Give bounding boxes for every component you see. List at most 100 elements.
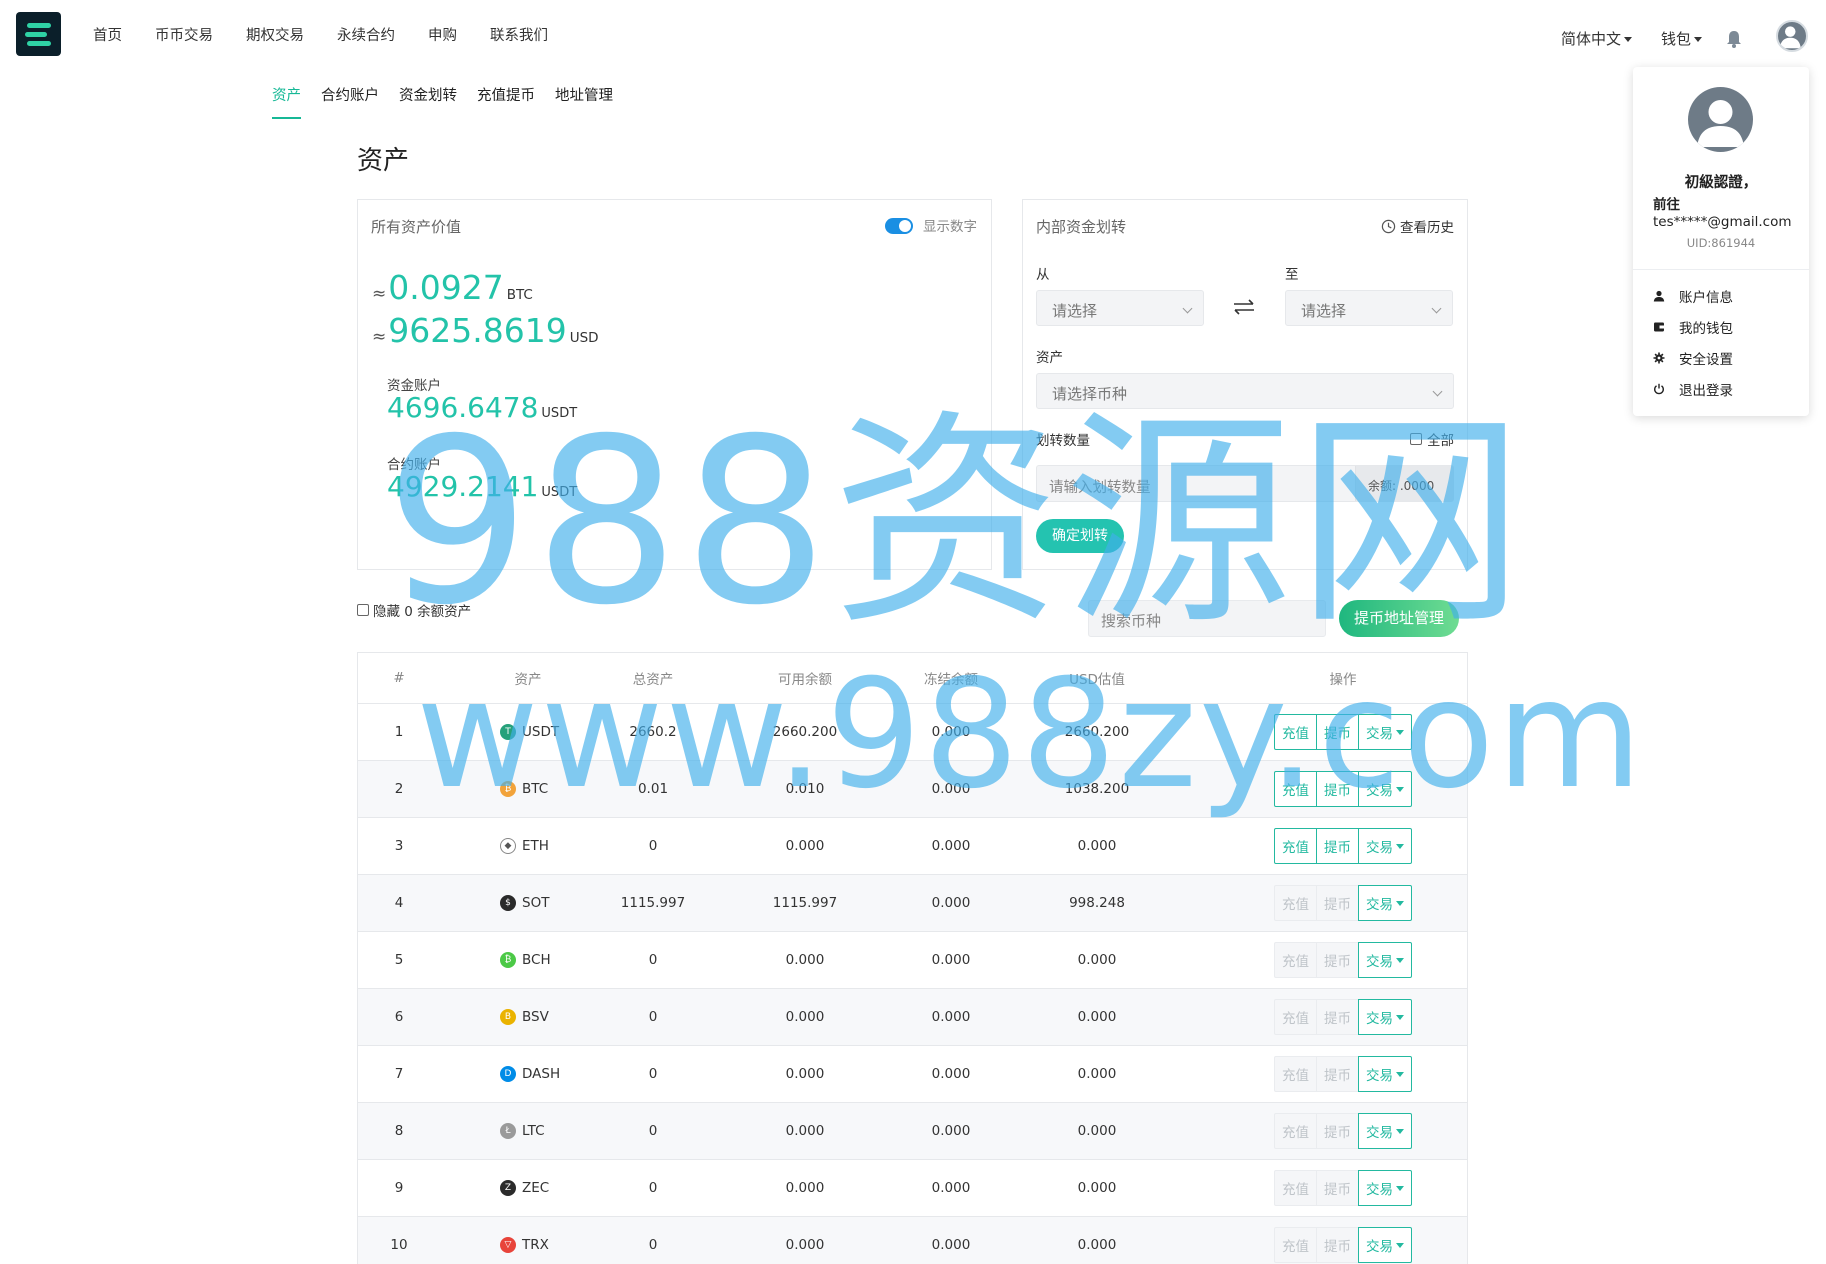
col-usd-value: USD估值 <box>1069 672 1125 688</box>
row-usd-value: 1038.200 <box>1064 781 1130 797</box>
nav-perpetual[interactable]: 永续合约 <box>337 24 395 45</box>
trade-dropdown-button[interactable]: 交易 <box>1358 1227 1412 1263</box>
amount-input[interactable]: 请输入划转数量 余额: .0000 <box>1036 465 1454 502</box>
nav-home[interactable]: 首页 <box>93 24 122 45</box>
deposit-button[interactable]: 充值 <box>1274 714 1317 750</box>
to-label: 至 <box>1285 267 1299 283</box>
withdraw-button[interactable]: 提币 <box>1316 1056 1359 1092</box>
contract-account-number: 4929.2141 <box>387 470 539 503</box>
btc-total: ≈0.0927 BTC <box>372 268 533 307</box>
row-available: 0.000 <box>785 1066 825 1082</box>
trade-dropdown-button[interactable]: 交易 <box>1358 999 1412 1035</box>
deposit-button[interactable]: 充值 <box>1274 1113 1317 1149</box>
withdraw-address-button[interactable]: 提币地址管理 <box>1339 600 1459 637</box>
trade-label: 交易 <box>1366 1068 1393 1084</box>
trade-dropdown-button[interactable]: 交易 <box>1358 771 1412 807</box>
view-history-label: 查看历史 <box>1400 220 1454 236</box>
deposit-button[interactable]: 充值 <box>1274 828 1317 864</box>
trade-dropdown-button[interactable]: 交易 <box>1358 714 1412 750</box>
trade-label: 交易 <box>1366 1182 1393 1198</box>
nav-options-trading[interactable]: 期权交易 <box>246 24 304 45</box>
trade-dropdown-button[interactable]: 交易 <box>1358 1056 1412 1092</box>
coin: ₿ BCH <box>500 952 551 968</box>
chevron-down-icon <box>1396 957 1404 963</box>
deposit-button[interactable]: 充值 <box>1274 771 1317 807</box>
menu-item-logout[interactable]: 退出登录 <box>1653 379 1733 399</box>
row-total: 0 <box>648 1237 658 1253</box>
deposit-button[interactable]: 充值 <box>1274 999 1317 1035</box>
coin-icon: ◆ <box>500 838 516 854</box>
menu-item-my-wallet[interactable]: 我的钱包 <box>1653 317 1733 337</box>
from-select[interactable]: 请选择 <box>1036 290 1204 326</box>
language-dropdown[interactable]: 简体中文 <box>1561 28 1633 49</box>
checkbox[interactable] <box>357 604 369 616</box>
all-checkbox[interactable]: 全部 <box>1410 429 1454 449</box>
withdraw-button[interactable]: 提币 <box>1316 714 1359 750</box>
logo-icon[interactable] <box>16 12 61 56</box>
coin-symbol: TRX <box>522 1237 549 1253</box>
trade-dropdown-button[interactable]: 交易 <box>1358 828 1412 864</box>
menu-item-label: 安全设置 <box>1679 352 1733 368</box>
hide-zero-checkbox[interactable]: 隐藏 0 余额资产 <box>357 600 471 620</box>
deposit-button[interactable]: 充值 <box>1274 1056 1317 1092</box>
checkbox[interactable] <box>1410 433 1422 445</box>
withdraw-button[interactable]: 提币 <box>1316 1170 1359 1206</box>
menu-item-account-info[interactable]: 账户信息 <box>1653 286 1733 306</box>
amount-label: 划转数量 <box>1036 433 1090 449</box>
trade-dropdown-button[interactable]: 交易 <box>1358 942 1412 978</box>
deposit-button[interactable]: 充值 <box>1274 942 1317 978</box>
sub-tabs: 资产 合约账户 资金划转 充值提币 地址管理 <box>272 84 613 119</box>
nav-subscribe[interactable]: 申购 <box>428 24 457 45</box>
chevron-down-icon <box>1431 303 1442 314</box>
coin-icon: ₿ <box>500 781 516 797</box>
from-label: 从 <box>1036 267 1050 283</box>
tab-deposit-withdraw[interactable]: 充值提币 <box>477 84 535 119</box>
tab-contract-account[interactable]: 合约账户 <box>321 84 379 119</box>
trade-dropdown-button[interactable]: 交易 <box>1358 885 1412 921</box>
confirm-transfer-button[interactable]: 确定划转 <box>1036 519 1124 553</box>
trade-dropdown-button[interactable]: 交易 <box>1358 1113 1412 1149</box>
coin-icon: ₿ <box>500 952 516 968</box>
withdraw-button[interactable]: 提币 <box>1316 771 1359 807</box>
withdraw-button[interactable]: 提币 <box>1316 999 1359 1035</box>
coin-symbol: LTC <box>522 1123 545 1139</box>
deposit-button[interactable]: 充值 <box>1274 885 1317 921</box>
wallet-dropdown[interactable]: 钱包 <box>1661 28 1703 49</box>
row-usd-value: 0.000 <box>1077 838 1117 854</box>
withdraw-button[interactable]: 提币 <box>1316 942 1359 978</box>
trade-dropdown-button[interactable]: 交易 <box>1358 1170 1412 1206</box>
row-usd-value: 0.000 <box>1077 1123 1117 1139</box>
bell-icon[interactable] <box>1724 28 1744 50</box>
tab-fund-transfer[interactable]: 资金划转 <box>399 84 457 119</box>
goto-link[interactable]: 前往 <box>1653 193 1680 213</box>
nav-contact[interactable]: 联系我们 <box>490 24 548 45</box>
tab-address-management[interactable]: 地址管理 <box>555 84 613 119</box>
show-numbers-label: 显示数字 <box>923 219 977 235</box>
row-index: 6 <box>394 1009 404 1025</box>
avatar[interactable] <box>1776 20 1808 52</box>
swap-icon[interactable] <box>1231 297 1257 317</box>
row-available: 0.000 <box>785 952 825 968</box>
row-actions: 充值 提币 交易 <box>1263 875 1423 931</box>
to-select[interactable]: 请选择 <box>1285 290 1453 326</box>
coin: Ł LTC <box>500 1123 545 1139</box>
wallet-icon <box>1654 322 1664 332</box>
row-frozen: 0.000 <box>931 1123 971 1139</box>
nav-spot-trading[interactable]: 币币交易 <box>155 24 213 45</box>
row-asset: ◆ ETH <box>468 818 588 874</box>
withdraw-button[interactable]: 提币 <box>1316 1227 1359 1263</box>
asset-select[interactable]: 请选择币种 <box>1036 373 1454 409</box>
menu-item-security[interactable]: 安全设置 <box>1653 348 1733 368</box>
withdraw-button[interactable]: 提币 <box>1316 1113 1359 1149</box>
coin: $ SOT <box>500 895 549 911</box>
row-actions: 充值 提币 交易 <box>1263 989 1423 1045</box>
withdraw-button[interactable]: 提币 <box>1316 828 1359 864</box>
view-history-link[interactable]: 查看历史 <box>1381 216 1454 236</box>
tab-assets[interactable]: 资产 <box>272 84 301 119</box>
show-numbers-toggle[interactable] <box>885 218 913 234</box>
deposit-button[interactable]: 充值 <box>1274 1170 1317 1206</box>
withdraw-button[interactable]: 提币 <box>1316 885 1359 921</box>
search-coin-input[interactable]: 搜索币种 <box>1088 600 1326 637</box>
main-nav: 首页 币币交易 期权交易 永续合约 申购 联系我们 <box>93 24 548 45</box>
deposit-button[interactable]: 充值 <box>1274 1227 1317 1263</box>
